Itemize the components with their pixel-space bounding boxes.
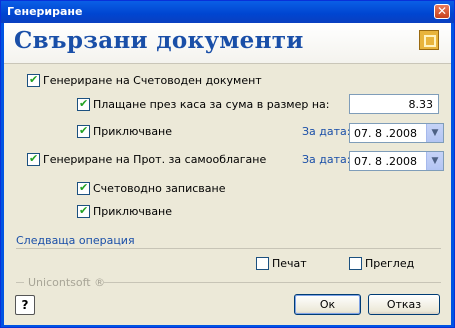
self-tax-checkbox[interactable]	[27, 152, 40, 166]
self-tax-date-label: За дата:	[302, 153, 351, 166]
help-icon: ?	[21, 298, 29, 312]
self-tax-label: Генериране на Прот. за самооблагане	[43, 153, 267, 166]
amount-input[interactable]: 8.33	[349, 94, 439, 114]
title-bar[interactable]: Генериране ✕	[1, 1, 454, 23]
close-icon: ✕	[436, 4, 448, 18]
close-button[interactable]: ✕	[434, 4, 450, 19]
self-tax-date-value: 07. 8 .2008	[354, 155, 417, 168]
close1-date-value: 07. 8 .2008	[354, 127, 417, 140]
page-title: Свързани документи	[14, 27, 304, 54]
cancel-button[interactable]: Отказ	[368, 294, 440, 315]
brand-label: Unicontsoft ®	[28, 276, 106, 289]
close1-date-combo[interactable]: 07. 8 .2008 ▼	[349, 123, 444, 143]
brand-divider-right	[104, 282, 441, 283]
ok-button[interactable]: Ок	[294, 294, 361, 315]
help-button[interactable]: ?	[15, 295, 35, 315]
preview-checkbox[interactable]	[349, 257, 362, 270]
close2-label: Приключване	[93, 205, 173, 218]
accounting-doc-label: Генериране на Счетоводен документ	[43, 74, 262, 87]
accounting-entry-checkbox[interactable]	[77, 181, 90, 195]
window-title: Генериране	[7, 5, 83, 18]
accounting-doc-checkbox[interactable]	[27, 73, 40, 87]
dialog-window: Генериране ✕ Свързани документи Генерира…	[0, 0, 455, 328]
chevron-down-icon[interactable]: ▼	[426, 124, 443, 142]
brand-divider-left	[16, 282, 24, 283]
print-checkbox[interactable]	[256, 257, 269, 270]
next-operation-heading: Следваща операция	[16, 234, 135, 247]
chevron-down-icon[interactable]: ▼	[426, 152, 443, 170]
close1-date-label: За дата:	[302, 125, 351, 138]
next-operation-divider	[16, 248, 441, 249]
close1-checkbox[interactable]	[77, 124, 90, 138]
dialog-header: Свързани документи	[4, 23, 451, 64]
print-label: Печат	[272, 257, 307, 270]
cash-payment-label: Плащане през каса за сума в размер на:	[93, 98, 330, 111]
dialog-body: Свързани документи Генериране на Счетово…	[4, 23, 451, 325]
cash-payment-checkbox[interactable]	[77, 97, 90, 111]
self-tax-date-combo[interactable]: 07. 8 .2008 ▼	[349, 151, 444, 171]
app-logo-icon	[419, 30, 439, 50]
accounting-entry-label: Счетоводно записване	[93, 182, 226, 195]
close2-checkbox[interactable]	[77, 204, 90, 218]
close1-label: Приключване	[93, 125, 173, 138]
preview-label: Преглед	[365, 257, 415, 270]
